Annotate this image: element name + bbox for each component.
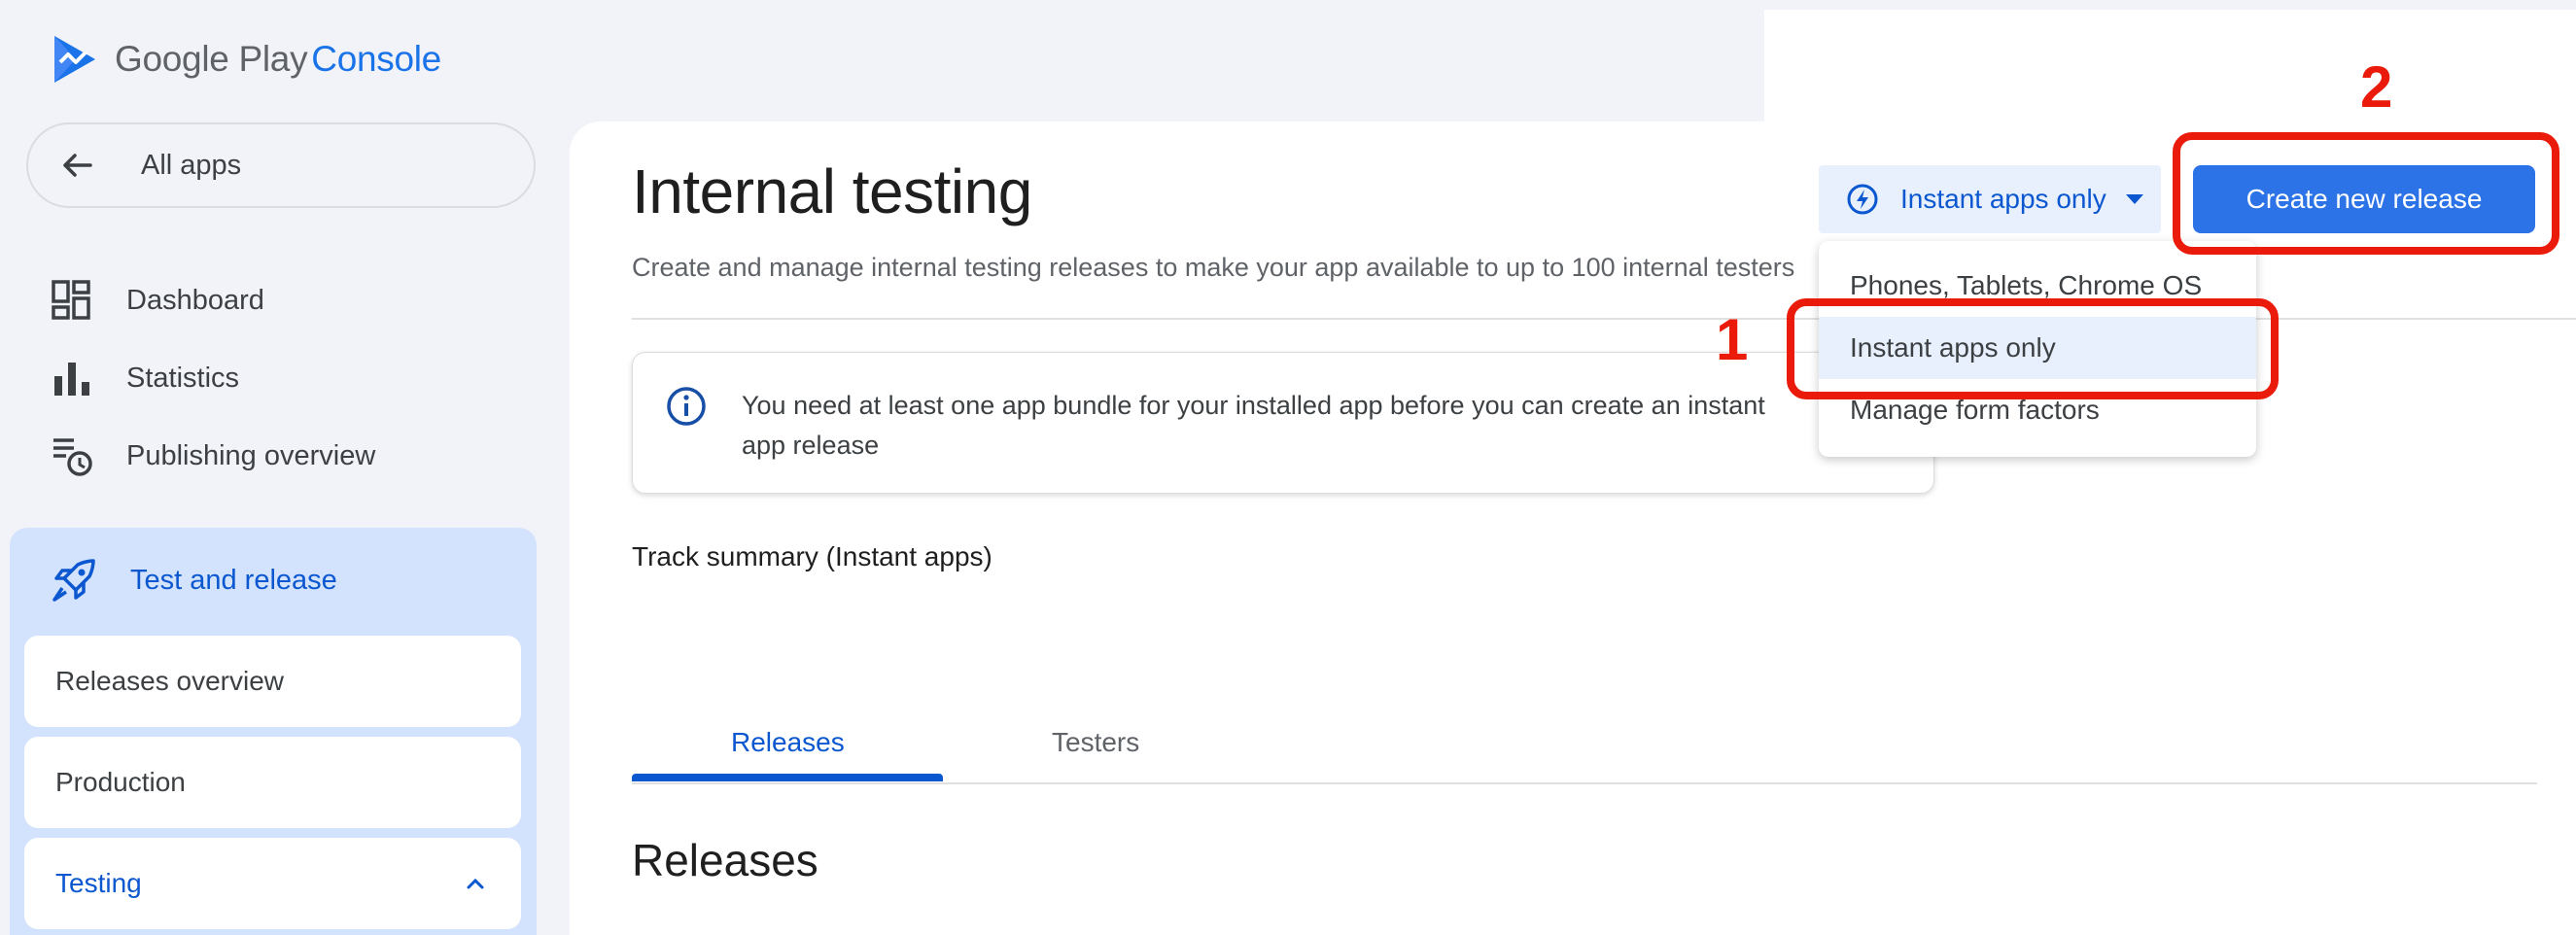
sidebar-item-label: Dashboard — [126, 284, 264, 316]
info-icon — [667, 387, 706, 426]
sidebar-item-label: Testing — [55, 868, 142, 898]
chevron-up-icon — [467, 878, 484, 889]
page-subtitle: Create and manage internal testing relea… — [632, 253, 1795, 282]
tab-divider — [632, 782, 2537, 784]
bar-chart-icon — [54, 363, 89, 396]
header-divider — [632, 318, 2576, 320]
sidebar-item-production[interactable]: Production — [24, 737, 521, 828]
highlight-box-step-2 — [2173, 132, 2559, 255]
google-play-console-icon — [54, 36, 95, 83]
menu-item-label: Phones, Tablets, Chrome OS — [1850, 270, 2203, 300]
logo-text: Google Play Console — [115, 39, 441, 79]
page-title: Internal testing — [632, 156, 1032, 226]
arrow-left-icon — [63, 154, 92, 177]
info-banner-text: You need at least one app bundle for you… — [742, 391, 1765, 460]
sidebar-item-label: Releases overview — [55, 666, 284, 696]
sidebar-item-label: Statistics — [126, 362, 240, 394]
play-console-logo[interactable]: Google Play Console — [51, 33, 441, 86]
sidebar-item-label: Production — [55, 767, 186, 797]
sidebar-item-releases-overview[interactable]: Releases overview — [24, 636, 521, 727]
dashboard-icon — [52, 280, 90, 320]
sidebar-item-label: Test and release — [130, 564, 337, 596]
sidebar-item-test-and-release[interactable]: Test and release — [51, 557, 337, 604]
sidebar-item-statistics[interactable]: Statistics — [51, 357, 239, 399]
form-factor-dropdown-button[interactable]: Instant apps only — [1819, 165, 2161, 233]
chevron-down-icon — [2125, 194, 2143, 204]
releases-section-title: Releases — [632, 835, 818, 885]
active-tab-indicator — [632, 774, 943, 781]
tab-testers[interactable]: Testers — [1052, 727, 1139, 758]
form-factor-selected-label: Instant apps only — [1900, 184, 2106, 214]
top-right-area — [1764, 10, 2576, 126]
bolt-icon — [1847, 184, 1878, 215]
sidebar-item-dashboard[interactable]: Dashboard — [51, 279, 264, 322]
rocket-icon — [52, 559, 95, 602]
tab-releases[interactable]: Releases — [731, 727, 845, 758]
annotation-step-2: 2 — [2360, 54, 2393, 120]
publishing-schedule-icon — [53, 438, 92, 476]
test-and-release-section: Test and release Releases overview Produ… — [10, 528, 537, 935]
highlight-box-step-1 — [1787, 298, 2279, 399]
sidebar-item-testing[interactable]: Testing — [24, 838, 521, 929]
all-apps-label: All apps — [141, 149, 242, 181]
annotation-step-1: 1 — [1716, 307, 1749, 372]
all-apps-button[interactable]: All apps — [26, 122, 536, 208]
track-summary-heading: Track summary (Instant apps) — [632, 541, 992, 571]
sidebar-item-label: Publishing overview — [126, 439, 376, 471]
sidebar-item-publishing-overview[interactable]: Publishing overview — [51, 434, 375, 477]
